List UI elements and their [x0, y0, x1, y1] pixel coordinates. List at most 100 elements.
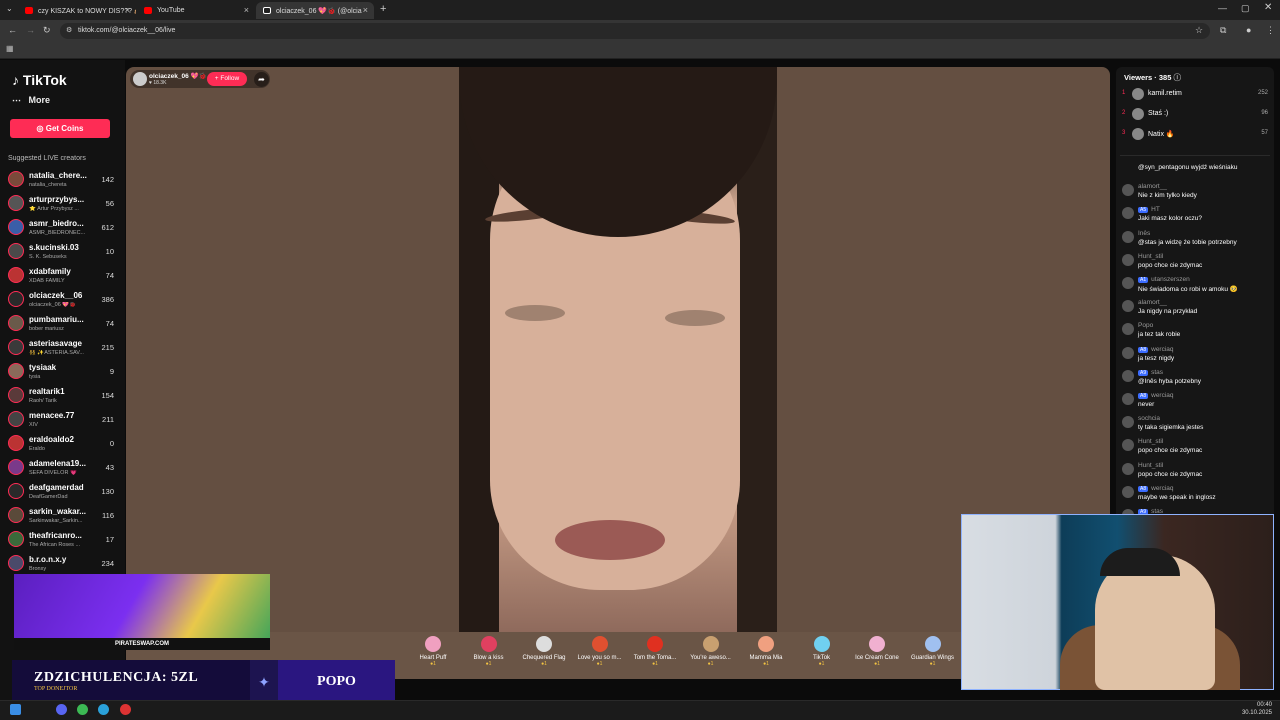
- chat-text: Jaki masz kolor oczu?: [1138, 215, 1202, 223]
- gift-item[interactable]: Heart Puff ●1: [408, 636, 458, 667]
- creator-item[interactable]: asmr_biedro... ASMR_BIEDRONEC... 612: [6, 216, 122, 240]
- creator-item[interactable]: natalia_chere... natalia_chereta 142: [6, 168, 122, 192]
- gift-item[interactable]: Guardian Wings ●1: [908, 636, 958, 667]
- gift-item[interactable]: Tom the Toma... ●1: [630, 636, 680, 667]
- tab-search-icon[interactable]: ⌄: [6, 4, 13, 13]
- window-close-icon[interactable]: ✕: [1264, 2, 1272, 13]
- tab-tiktok-live[interactable]: olciaczek_06 💖🐞 (@olcia ×: [256, 2, 374, 19]
- minimize-icon[interactable]: —: [1218, 3, 1227, 13]
- gift-item[interactable]: Ice Cream Cone ●1: [852, 636, 902, 667]
- chrome-icon[interactable]: [77, 704, 88, 715]
- chat-message[interactable]: Inês @stas ja widzę że tobie potrzebny: [1122, 230, 1272, 253]
- gift-item[interactable]: Mamma Mia ●1: [741, 636, 791, 667]
- close-icon[interactable]: ×: [363, 5, 368, 15]
- info-icon[interactable]: ⓘ: [1174, 73, 1182, 82]
- creator-item[interactable]: asteriasavage 👯 ✨ASTERIA.SAV... 215: [6, 336, 122, 360]
- extensions-icon[interactable]: ⧉: [1220, 25, 1226, 36]
- back-icon[interactable]: ←: [8, 25, 17, 35]
- creator-avatar: [8, 459, 24, 475]
- close-icon[interactable]: ×: [125, 5, 130, 15]
- chat-username: werciaq: [1151, 484, 1174, 492]
- chat-text: popo chce cie zdymac: [1138, 470, 1203, 478]
- forward-icon[interactable]: →: [26, 25, 35, 35]
- gift-item[interactable]: You're aweso... ●1: [686, 636, 736, 667]
- gift-item[interactable]: Love you so m... ●1: [575, 636, 625, 667]
- gift-item[interactable]: TikTok ●1: [797, 636, 847, 667]
- chat-message[interactable]: A8 werciaq never: [1122, 392, 1272, 415]
- clock[interactable]: 00:40 30.10.2025: [1236, 701, 1272, 717]
- creator-subtitle: olciaczek_06 💖🐞: [29, 302, 77, 308]
- tiktok-logo[interactable]: ♪ TikTok: [12, 72, 67, 88]
- viewer-name: Staś :): [1148, 110, 1169, 117]
- chat-message[interactable]: sochcia ty taka sigiemka jestes: [1122, 415, 1272, 438]
- chat-message[interactable]: @syn_pentagonu wyjdź wieśniaku: [1122, 160, 1272, 183]
- chat-message[interactable]: alamort__ Ja nigdy na przykład: [1122, 299, 1272, 322]
- creator-item[interactable]: xdabfamily XDAB FAMILY 74: [6, 264, 122, 288]
- bookmarks-bar: ▦: [0, 42, 1280, 59]
- creator-item[interactable]: b.r.o.n.x.y Bronxy 234: [6, 552, 122, 576]
- chat-message[interactable]: Popo ja tez tak robie: [1122, 322, 1272, 345]
- chat-message[interactable]: A1 utanszerszen Nie świadoma co robi w amo…: [1122, 276, 1272, 299]
- chat-message[interactable]: A8 werciaq ja tesz nigdy: [1122, 346, 1272, 369]
- new-tab-icon[interactable]: +: [380, 3, 386, 15]
- logo-text: TikTok: [22, 72, 67, 88]
- share-icon[interactable]: ➦: [254, 72, 269, 87]
- creator-item[interactable]: adamelena19... SEFA DIVELOR 💗 43: [6, 456, 122, 480]
- chat-message[interactable]: A9 stas @Inês hyba potzebny: [1122, 369, 1272, 392]
- chat-message[interactable]: A5 HT Jaki masz kolor oczu?: [1122, 206, 1272, 229]
- top-viewer-row[interactable]: 3 Natix 🔥 57: [1122, 126, 1272, 144]
- tab-strip: ⌄ czy KISZAK to NOWY DIS??? 🙈 × YouTube …: [0, 0, 1280, 20]
- creator-item[interactable]: deafgamerdad DeafGamerDad 130: [6, 480, 122, 504]
- gift-icon: [425, 636, 441, 652]
- creator-item[interactable]: eraldoaldo2 Eraldo 0: [6, 432, 122, 456]
- chat-user: A1 utanszerszen: [1138, 276, 1190, 283]
- app-icon[interactable]: [120, 704, 131, 715]
- tab-youtube[interactable]: YouTube ×: [137, 2, 255, 19]
- creator-item[interactable]: olciaczek__06 olciaczek_06 💖🐞 386: [6, 288, 122, 312]
- chat-text: popo chce cie zdymac: [1138, 261, 1203, 269]
- gift-item[interactable]: Blow a kiss ●1: [464, 636, 514, 667]
- creator-item[interactable]: menacee.77 XIV 211: [6, 408, 122, 432]
- close-icon[interactable]: ×: [244, 5, 249, 15]
- creator-subtitle: SEFA DIVELOR 💗: [29, 470, 77, 476]
- chat-message[interactable]: alamort__ Nie z kim tylko kiedy: [1122, 183, 1272, 206]
- bookmark-star-icon[interactable]: ☆: [1195, 25, 1203, 36]
- host-name[interactable]: olciaczek_06 💖🐞: [149, 72, 207, 80]
- profile-icon[interactable]: ●: [1246, 25, 1251, 35]
- url-field[interactable]: ⚙ tiktok.com/@olciaczek__06/live: [60, 23, 1210, 39]
- maximize-icon[interactable]: ▢: [1241, 3, 1250, 14]
- creator-item[interactable]: s.kucinski.03 S. K. Sebuseks 10: [6, 240, 122, 264]
- creator-item[interactable]: arturprzybys... ⭐ Artur Przybysz ... 56: [6, 192, 122, 216]
- tab-label: olciaczek_06 💖🐞 (@olcia: [276, 7, 362, 15]
- creator-item[interactable]: sarkin_wakar... Sarkinwakar_Sarkin... 116: [6, 504, 122, 528]
- gift-item[interactable]: Chequered Flag ●1: [519, 636, 569, 667]
- site-info-icon[interactable]: ⚙: [66, 23, 72, 39]
- chat-message[interactable]: Hunt_stil popo chce cie zdymac: [1122, 253, 1272, 276]
- discord-icon[interactable]: [56, 704, 67, 715]
- top-viewer-row[interactable]: 2 Staś :) 96: [1122, 106, 1272, 124]
- creator-item[interactable]: realtarik1 Raoh/ Tarik 154: [6, 384, 122, 408]
- creator-item[interactable]: theafricanro... The African Roses ... 17: [6, 528, 122, 552]
- apps-icon[interactable]: ▦: [6, 44, 14, 53]
- telegram-icon[interactable]: [98, 704, 109, 715]
- more-menu[interactable]: ⋯ More: [12, 95, 50, 106]
- tab-youtube-video[interactable]: czy KISZAK to NOWY DIS??? 🙈 ×: [18, 2, 136, 19]
- top-viewer-row[interactable]: 1 kamil.retim 252: [1122, 86, 1272, 104]
- get-coins-button[interactable]: ◎ Get Coins: [10, 119, 110, 138]
- creator-item[interactable]: pumbamariu... bober mariusz 74: [6, 312, 122, 336]
- chat-message[interactable]: Hunt_stil popo chce cie zdymac: [1122, 462, 1272, 485]
- chat-user: A8 werciaq: [1138, 392, 1174, 399]
- chat-username: Hunt_stil: [1138, 438, 1164, 446]
- chat-avatar: [1122, 230, 1134, 243]
- chat-message[interactable]: A8 werciaq maybe we speak in inglosz: [1122, 485, 1272, 508]
- follow-button[interactable]: + Follow: [207, 72, 247, 86]
- creator-item[interactable]: tysiaak tysia 9: [6, 360, 122, 384]
- chat-message[interactable]: Hunt_stil popo chce cie zdymac: [1122, 438, 1272, 461]
- creator-avatar: [8, 387, 24, 403]
- reload-icon[interactable]: ↻: [43, 25, 51, 36]
- creator-subtitle: natalia_chereta: [29, 182, 67, 188]
- start-icon[interactable]: [10, 704, 21, 715]
- host-avatar[interactable]: [133, 72, 147, 86]
- creator-viewers: 74: [105, 271, 114, 280]
- menu-icon[interactable]: ⋮: [1266, 25, 1275, 36]
